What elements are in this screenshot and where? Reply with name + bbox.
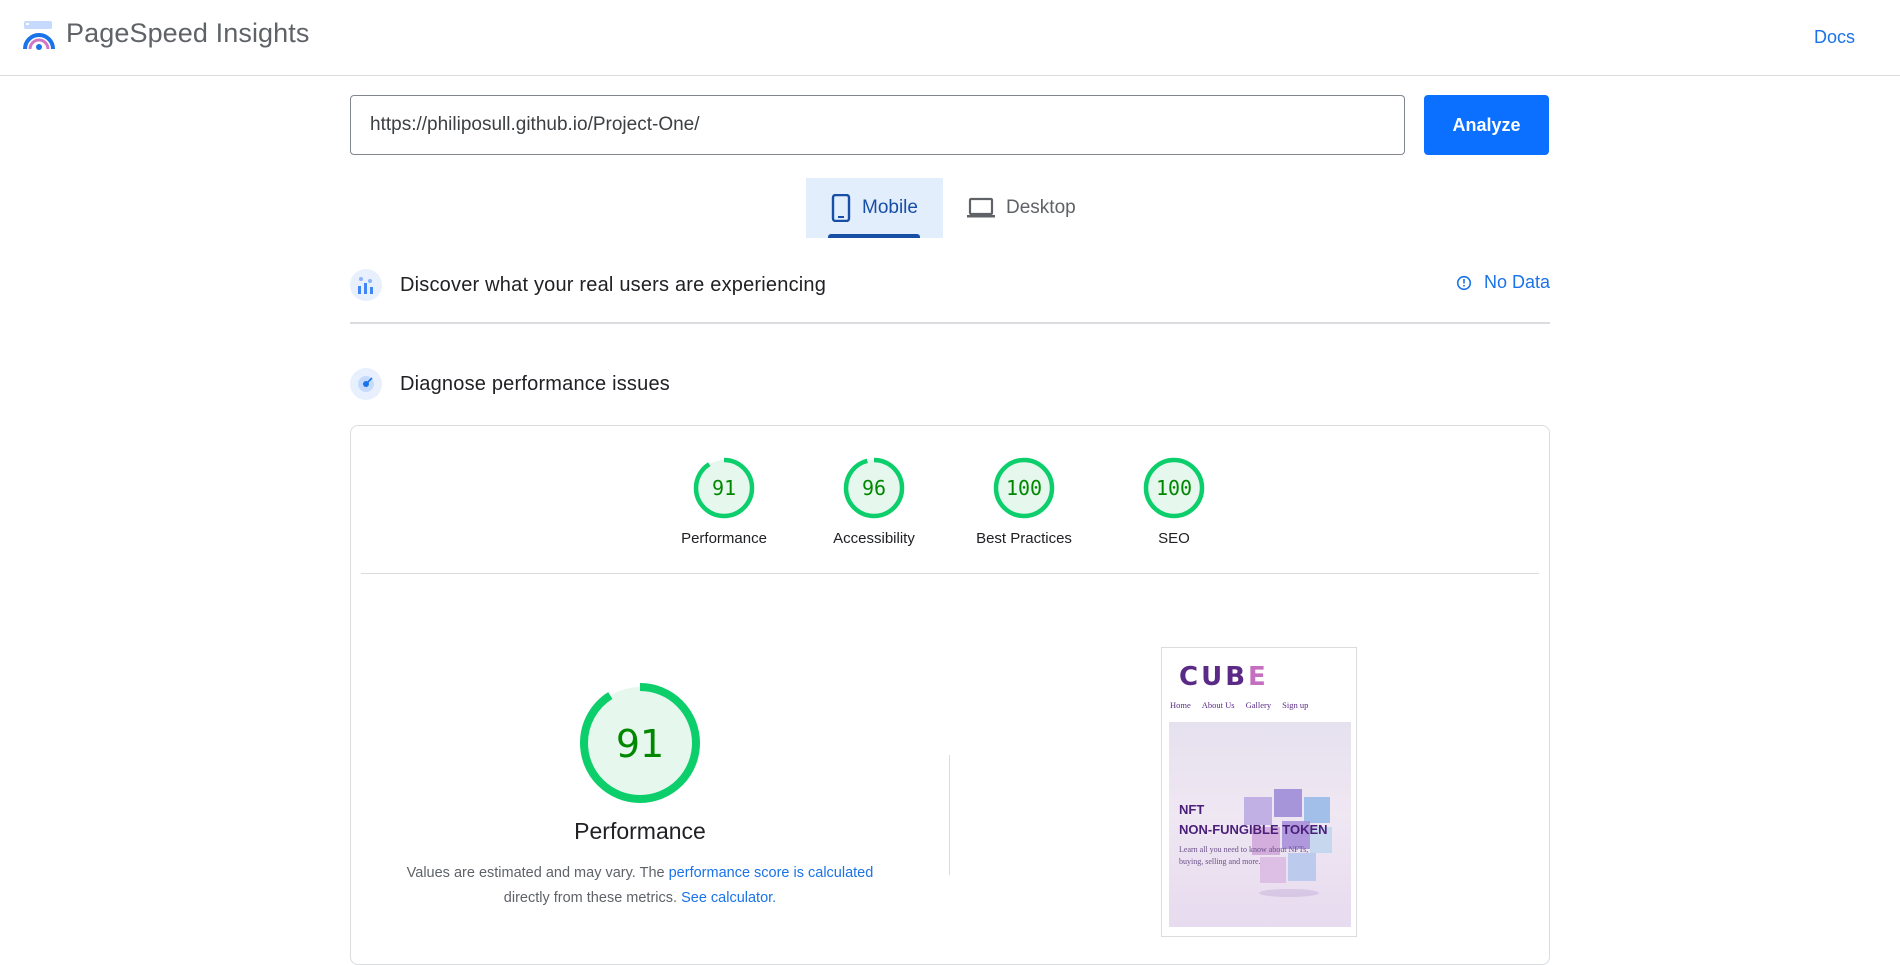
- gauge-label: Performance: [681, 530, 767, 547]
- no-data-label: No Data: [1483, 272, 1550, 292]
- tab-desktop-label: Desktop: [1006, 197, 1076, 218]
- top-header: PageSpeed Insights Docs: [0, 0, 1900, 76]
- vertical-divider: [949, 755, 950, 875]
- laptop-icon: [967, 197, 995, 218]
- gauge-score: 100: [1006, 476, 1042, 500]
- gauge-ring: 100: [993, 457, 1055, 519]
- analyze-button[interactable]: Analyze: [1424, 95, 1549, 155]
- performance-desc-text-1: Values are estimated and may vary. The: [406, 865, 665, 881]
- gauge-ring: 96: [843, 457, 905, 519]
- gauge-ring: 91: [693, 457, 755, 519]
- gauge-label: SEO: [1158, 530, 1190, 547]
- gauge-best-practices[interactable]: 100 Best Practices: [964, 456, 1084, 547]
- real-users-title: Discover what your real users are experi…: [400, 273, 827, 296]
- tab-desktop[interactable]: Desktop: [962, 178, 1087, 238]
- gauge-label: Best Practices: [976, 530, 1072, 547]
- section-divider: [350, 322, 1550, 324]
- tab-mobile[interactable]: Mobile: [806, 178, 943, 238]
- performance-score-large: 91: [616, 722, 664, 766]
- tab-mobile-label: Mobile: [862, 197, 918, 218]
- url-input[interactable]: [350, 95, 1405, 155]
- page-screenshot-thumbnail[interactable]: CUBE Home About Us Gallery Sign up NFT NO…: [1161, 647, 1357, 937]
- real-users-section: Discover what your real users are experi…: [350, 268, 1550, 302]
- thumb-site-logo: CUBE: [1179, 662, 1269, 692]
- diagnose-section: Diagnose performance issues: [350, 367, 1550, 401]
- thumb-body-text: Learn all you need to know about NFTs, b…: [1179, 845, 1309, 866]
- pagespeed-logo-icon[interactable]: [22, 18, 56, 52]
- diagnose-title: Diagnose performance issues: [400, 372, 670, 395]
- gauge-ring: 100: [1143, 457, 1205, 519]
- see-calculator-link[interactable]: See calculator.: [681, 890, 776, 906]
- phone-icon: [831, 194, 851, 222]
- no-data-link[interactable]: No Data: [1456, 272, 1550, 293]
- tab-active-indicator: [828, 234, 920, 238]
- gauge-seo[interactable]: 100 SEO: [1114, 456, 1234, 547]
- gauge-accessibility[interactable]: 96 Accessibility: [814, 456, 934, 547]
- users-chart-icon: [350, 269, 382, 301]
- docs-link[interactable]: Docs: [1814, 27, 1855, 48]
- diagnose-icon: [350, 368, 382, 400]
- gauge-label: Accessibility: [833, 530, 915, 547]
- performance-score-link[interactable]: performance score is calculated: [669, 865, 874, 881]
- performance-description: Values are estimated and may vary. The p…: [380, 861, 900, 911]
- thumb-heading: NFT NON-FUNGIBLE TOKEN: [1179, 802, 1328, 837]
- app-title[interactable]: PageSpeed Insights: [66, 18, 309, 49]
- gauge-score: 96: [862, 476, 886, 500]
- thumb-nav-item: Gallery: [1245, 700, 1272, 710]
- performance-gauge-large: 91: [580, 683, 700, 803]
- info-icon: [1456, 275, 1472, 290]
- thumb-nav-item: Sign up: [1282, 700, 1309, 710]
- thumb-nav-item: Home: [1170, 700, 1191, 710]
- thumb-nav: Home About Us Gallery Sign up: [1170, 700, 1308, 710]
- gauge-score: 100: [1156, 476, 1192, 500]
- gauge-performance[interactable]: 91 Performance: [664, 456, 784, 547]
- thumb-nav-item: About Us: [1201, 700, 1235, 710]
- gauge-score: 91: [712, 476, 736, 500]
- performance-desc-text-2: directly from these metrics.: [503, 890, 678, 906]
- performance-title: Performance: [574, 818, 706, 844]
- card-divider: [361, 573, 1539, 574]
- thumb-hero: NFT NON-FUNGIBLE TOKEN Learn all you need…: [1169, 722, 1351, 927]
